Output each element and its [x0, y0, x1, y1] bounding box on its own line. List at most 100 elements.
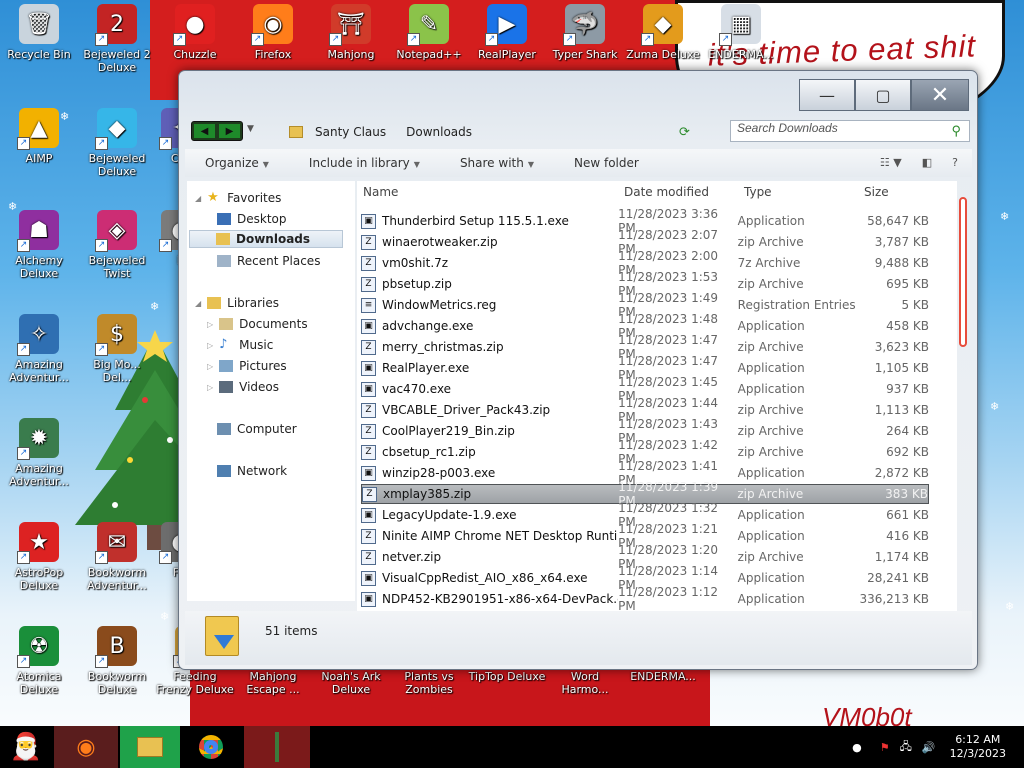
file-size: 1,113 KB [874, 403, 929, 417]
include-in-library-button[interactable]: Include in library ▼ [289, 156, 440, 170]
start-button[interactable]: 🎅 [0, 726, 52, 768]
file-size: 1,105 KB [874, 361, 929, 375]
recent-pages-dropdown[interactable]: ▼ [247, 124, 254, 134]
preview-pane-icon[interactable]: ◧ [922, 156, 932, 169]
chuzzle-icon: ● ↗ [173, 4, 215, 46]
nav-documents[interactable]: ▷ Documents [207, 315, 308, 333]
folder-icon [289, 126, 303, 138]
close-button[interactable]: ✕ [911, 79, 969, 111]
archive-file-icon: Z [361, 255, 376, 271]
taskbar-app[interactable] [244, 726, 310, 768]
nav-recent-places[interactable]: Recent Places [217, 252, 320, 270]
file-name-cell: ▣ RealPlayer.exe [361, 360, 618, 376]
desktop-shortcut[interactable]: ☢ ↗ Atomica Deluxe [0, 626, 78, 696]
explorer-folder-icon [137, 737, 163, 757]
scrollbar-thumb[interactable] [959, 197, 967, 347]
network-tray-icon[interactable]: 🖧 [900, 738, 912, 757]
help-icon[interactable]: ? [952, 156, 958, 169]
file-row[interactable]: ▣ NDP452-KB2901951-x86-x64-DevPack.exe 11/… [361, 585, 929, 613]
nav-libraries[interactable]: ◢ Libraries [195, 294, 279, 312]
file-date: 11/28/2023 1:12 PM [618, 585, 719, 613]
details-pane: 51 items [185, 611, 972, 665]
nav-videos[interactable]: ▷ Videos [207, 378, 279, 396]
file-size: 336,213 KB [859, 592, 929, 606]
desktop-shortcut[interactable]: B ↗ Bookworm Deluxe [78, 626, 156, 696]
vertical-scrollbar[interactable] [959, 189, 969, 609]
tray-dot-icon[interactable]: ● [852, 741, 862, 754]
volume-icon[interactable]: 🔊 [922, 741, 936, 754]
desktop-shortcut[interactable]: ✧ ↗ Amazing Adventur... [0, 314, 78, 384]
file-name: netver.zip [382, 550, 442, 564]
shortcut-arrow-icon: ↗ [329, 33, 342, 46]
shortcut-arrow-icon: ↗ [95, 33, 108, 46]
archive-file-icon: Z [361, 339, 376, 355]
app-icon [275, 732, 279, 762]
desktop-shortcut[interactable]: ⛩ ↗ Mahjong [312, 4, 390, 61]
file-name: CoolPlayer219_Bin.zip [382, 424, 515, 438]
archive-file-icon: Z [361, 423, 376, 439]
bejeweled-2-icon: 2 ↗ [95, 4, 137, 46]
desktop-shortcut[interactable]: 🗑 Recycle Bin [0, 4, 78, 61]
desktop-shortcut-label: Plants vs Zombies [404, 670, 454, 696]
desktop-shortcut[interactable]: ● ↗ Chuzzle [156, 4, 234, 61]
desktop-shortcut-label: Firefox [254, 48, 292, 61]
desktop-shortcut[interactable]: 🦈 ↗ Typer Shark [546, 4, 624, 61]
nav-favorites[interactable]: ◢ ★ Favorites [195, 189, 281, 207]
file-name: Ninite AIMP Chrome NET Desktop Runti... [382, 529, 619, 543]
application-icon: ▣ [361, 381, 376, 397]
desktop-shortcut[interactable]: ★ ↗ AstroPop Deluxe [0, 522, 78, 592]
column-header-type[interactable]: Type [744, 185, 772, 205]
view-options-icon[interactable]: ☷ ▼ [880, 156, 902, 169]
desktop-shortcut[interactable]: ◆ ↗ Zuma Deluxe [624, 4, 702, 61]
desktop-shortcut[interactable]: ☗ ↗ Alchemy Deluxe [0, 210, 78, 280]
explorer-window[interactable]: — ▢ ✕ ◀ ▶ ▼ Santy Claus Downloads ⟳ Sear… [178, 70, 978, 670]
desktop-shortcut[interactable]: $ ↗ Big Mo... Del... [78, 314, 156, 384]
nav-music[interactable]: ▷ ♪ Music [207, 336, 273, 354]
search-icon[interactable]: ⚲ [951, 123, 961, 139]
documents-icon [219, 318, 234, 330]
address-bar[interactable]: Santy Claus Downloads [289, 120, 719, 144]
taskbar-chrome[interactable] [182, 726, 240, 768]
search-input[interactable]: Search Downloads ⚲ [730, 120, 970, 142]
desktop-shortcut-label: TipTop Deluxe [468, 670, 546, 683]
chevron-down-icon: ▼ [247, 124, 254, 134]
refresh-button[interactable]: ⟳ [679, 125, 690, 140]
nav-computer[interactable]: Computer [217, 420, 297, 438]
file-size: 58,647 KB [867, 214, 929, 228]
desktop-shortcut[interactable]: 2 ↗ Bejeweled 2 Deluxe [78, 4, 156, 74]
breadcrumb-item[interactable]: Downloads [406, 125, 472, 139]
file-name: NDP452-KB2901951-x86-x64-DevPack.exe [382, 592, 619, 606]
nav-desktop[interactable]: Desktop [217, 210, 287, 228]
new-folder-button[interactable]: New folder [554, 156, 659, 170]
maximize-button[interactable]: ▢ [855, 79, 911, 111]
nav-network[interactable]: Network [217, 462, 287, 480]
bookworm-icon: B ↗ [95, 626, 137, 668]
taskbar-firefox[interactable]: ◉ [54, 726, 118, 768]
column-header-name[interactable]: Name [363, 185, 398, 205]
share-with-button[interactable]: Share with ▼ [440, 156, 554, 170]
forward-button[interactable]: ▶ [219, 124, 240, 138]
organize-button[interactable]: Organize ▼ [185, 156, 289, 170]
desktop-shortcut-label: Noah's Ark Deluxe [321, 670, 381, 696]
file-type: zip Archive [737, 235, 804, 249]
back-button[interactable]: ◀ [194, 124, 215, 138]
desktop-shortcut[interactable]: ▶ ↗ RealPlayer [468, 4, 546, 61]
file-type: zip Archive [737, 550, 804, 564]
action-center-icon[interactable]: ⚑ [880, 741, 890, 754]
desktop-shortcut[interactable]: ▲ ↗ AIMP [0, 108, 78, 165]
nav-downloads[interactable]: Downloads [189, 230, 343, 248]
column-header-size[interactable]: Size [864, 185, 889, 205]
nav-pictures[interactable]: ▷ Pictures [207, 357, 287, 375]
column-header-date[interactable]: Date modified [624, 185, 709, 205]
desktop-shortcut[interactable]: ▦↗ ENDERMA... [702, 4, 780, 61]
desktop-shortcut[interactable]: ✎ ↗ Notepad++ [390, 4, 468, 61]
taskbar-explorer[interactable] [120, 726, 180, 768]
view-controls: ☷ ▼ ◧ ? [880, 156, 958, 169]
desktop-shortcut[interactable]: ✹ ↗ Amazing Adventur... [0, 418, 78, 488]
application-icon: ▣ [361, 591, 376, 607]
recent-places-icon [217, 255, 231, 267]
breadcrumb-item[interactable]: Santy Claus [315, 125, 386, 139]
desktop-shortcut[interactable]: ◉ ↗ Firefox [234, 4, 312, 61]
clock[interactable]: 6:12 AM 12/3/2023 [950, 733, 1006, 761]
minimize-button[interactable]: — [799, 79, 855, 111]
